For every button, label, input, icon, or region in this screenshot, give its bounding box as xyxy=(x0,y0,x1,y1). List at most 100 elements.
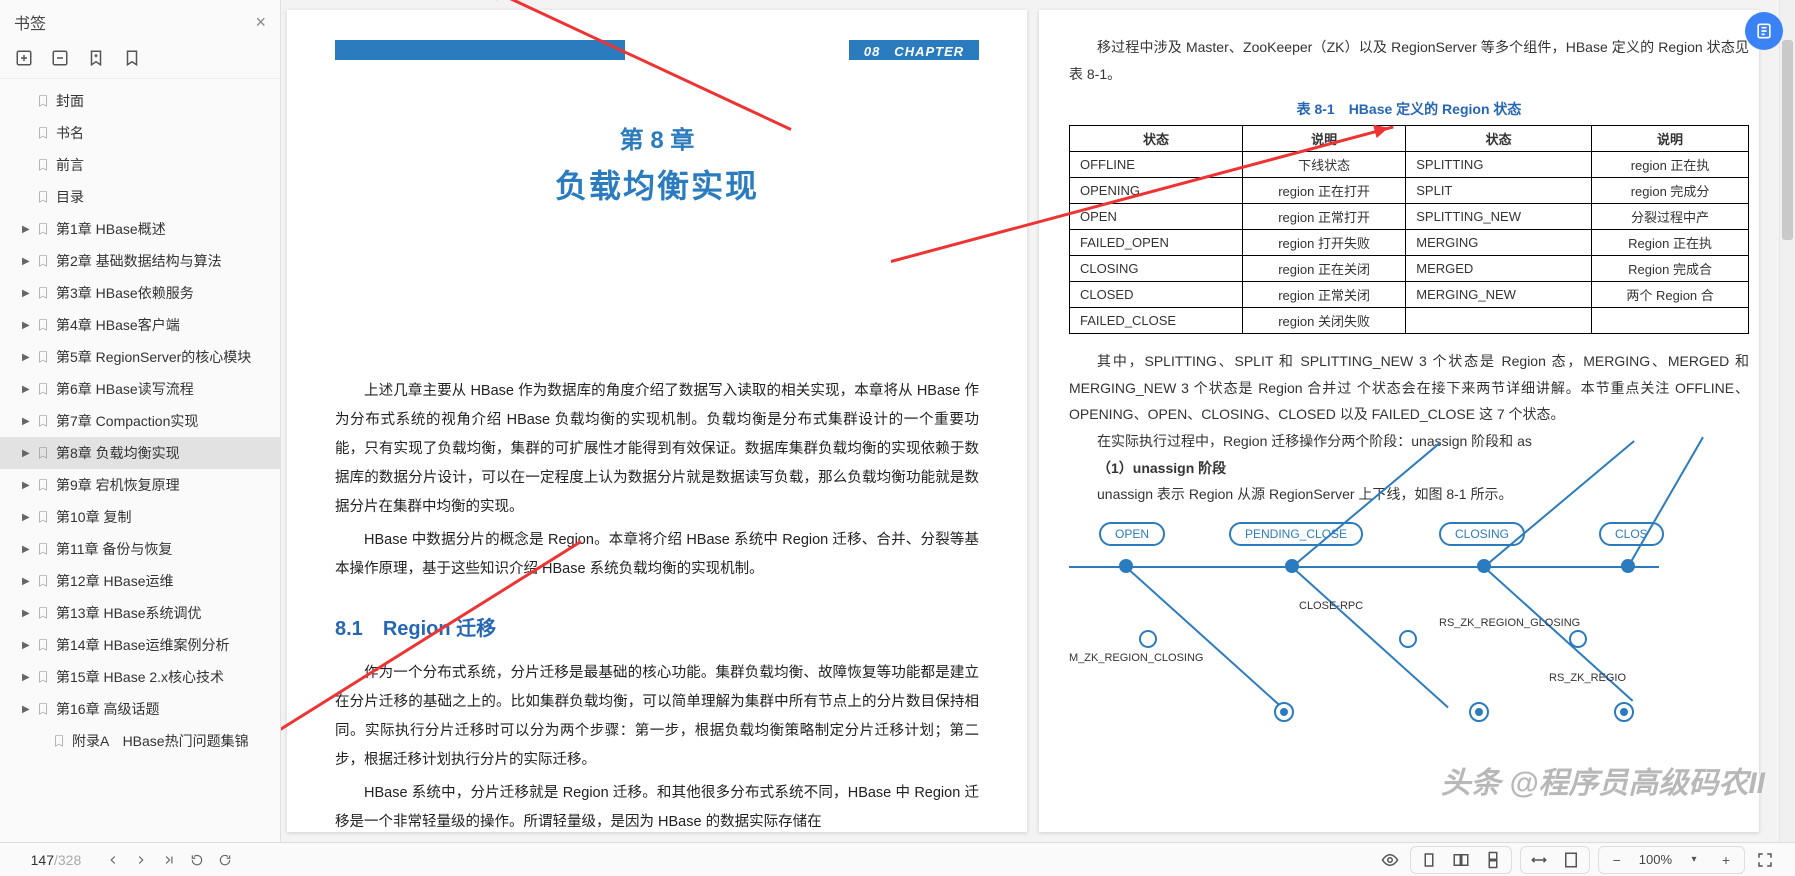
chapter-bar-left xyxy=(335,40,625,60)
prev-page-button[interactable] xyxy=(101,848,125,872)
bookmark-label: 第13章 HBase系统调优 xyxy=(56,603,201,623)
bookmark-icon xyxy=(36,606,50,620)
table-cell: MERGED xyxy=(1406,256,1592,282)
fit-page-icon[interactable] xyxy=(1558,847,1584,873)
bookmark-item[interactable]: ▶第14章 HBase运维案例分析 xyxy=(0,629,280,661)
bookmark-label: 封面 xyxy=(56,91,84,111)
body-text: 上述几章主要从 HBase 作为数据库的角度介绍了数据写入读取的相关实现，本章将… xyxy=(335,377,979,584)
paragraph: unassign 表示 Region 从源 RegionServer 上下线，如… xyxy=(1069,481,1749,508)
bookmark-item[interactable]: 目录 xyxy=(0,181,280,213)
table-cell: region 正在执 xyxy=(1592,152,1749,178)
bookmark-item[interactable]: ▶ 第13章 HBase系统调优 xyxy=(0,597,280,629)
table-cell: 分裂过程中产 xyxy=(1592,204,1749,230)
chevron-right-icon[interactable]: ▶ xyxy=(22,288,32,299)
table-cell: CLOSED xyxy=(1070,282,1243,308)
bookmark-item[interactable]: ▶ 第8章 负载均衡实现 xyxy=(0,437,280,469)
chevron-right-icon[interactable]: ▶ xyxy=(22,416,32,427)
bookmark-icon xyxy=(36,478,50,492)
bookmark-icon xyxy=(36,350,50,364)
diagram-label: RS_ZK_REGIO xyxy=(1549,672,1626,684)
zoom-out-button[interactable]: − xyxy=(1604,847,1630,873)
table-cell: SPLITTING_NEW xyxy=(1406,204,1592,230)
table-cell: Region 正在执 xyxy=(1592,230,1749,256)
paragraph: 上述几章主要从 HBase 作为数据库的角度介绍了数据写入读取的相关实现，本章将… xyxy=(335,377,979,522)
chevron-right-icon[interactable]: ▶ xyxy=(22,256,32,267)
fit-width-icon[interactable] xyxy=(1526,847,1552,873)
bookmark-label: 第8章 负载均衡实现 xyxy=(56,443,180,463)
single-page-icon[interactable] xyxy=(1416,847,1442,873)
bookmark-icon xyxy=(36,574,50,588)
chevron-right-icon[interactable]: ▶ xyxy=(22,640,32,651)
fullscreen-icon[interactable] xyxy=(1752,847,1778,873)
bookmark-add-icon[interactable] xyxy=(86,48,106,68)
chevron-right-icon[interactable]: ▶ xyxy=(22,320,32,331)
bookmark-item[interactable]: ▶第3章 HBase依赖服务 xyxy=(0,277,280,309)
bookmark-item[interactable]: ▶第5章 RegionServer的核心模块 xyxy=(0,341,280,373)
page-right: 移过程中涉及 Master、ZooKeeper（ZK）以及 RegionServ… xyxy=(1039,10,1759,832)
bookmark-item[interactable]: ▶ 第12章 HBase运维 xyxy=(0,565,280,597)
bookmark-label: 目录 xyxy=(56,187,84,207)
bookmark-item[interactable]: ▶ 第9章 宕机恢复原理 xyxy=(0,469,280,501)
bookmark-item[interactable]: 前言 xyxy=(0,149,280,181)
table-header: 说明 xyxy=(1592,126,1749,152)
rotate-right-button[interactable] xyxy=(213,848,237,872)
chevron-right-icon[interactable]: ▶ xyxy=(22,576,32,587)
bookmark-icon xyxy=(36,542,50,556)
bookmark-label: 第2章 基础数据结构与算法 xyxy=(56,251,222,271)
table-cell: region 正在打开 xyxy=(1242,178,1405,204)
bookmark-item[interactable]: ▶ 第7章 Compaction实现 xyxy=(0,405,280,437)
chevron-right-icon[interactable]: ▶ xyxy=(22,352,32,363)
chevron-right-icon[interactable]: ▶ xyxy=(22,608,32,619)
bookmark-icon xyxy=(36,638,50,652)
chevron-right-icon[interactable]: ▶ xyxy=(22,704,32,715)
chevron-right-icon[interactable]: ▶ xyxy=(22,544,32,555)
body-text: 其中，SPLITTING、SPLIT 和 SPLITTING_NEW 3 个状态… xyxy=(1069,348,1749,508)
two-page-icon[interactable] xyxy=(1448,847,1474,873)
bookmark-item[interactable]: 附录A HBase热门问题集锦 xyxy=(0,725,280,757)
rotate-left-button[interactable] xyxy=(185,848,209,872)
bookmark-item[interactable]: 书名 xyxy=(0,117,280,149)
bookmark-item[interactable]: ▶第4章 HBase客户端 xyxy=(0,309,280,341)
paragraph: HBase 系统中，分片迁移就是 Region 迁移。和其他很多分布式系统不同，… xyxy=(335,779,979,832)
table-cell: CLOSING xyxy=(1070,256,1243,282)
vertical-scrollbar[interactable] xyxy=(1779,0,1795,842)
bookmark-item[interactable]: ▶第16章 高级话题 xyxy=(0,693,280,725)
states-table: 状态说明状态说明OFFLINE下线状态SPLITTINGregion 正在执OP… xyxy=(1069,125,1749,334)
bookmark-icon xyxy=(36,414,50,428)
bookmark-item[interactable]: ▶第10章 复制 xyxy=(0,501,280,533)
chevron-right-icon[interactable]: ▶ xyxy=(22,512,32,523)
bookmark-icon xyxy=(36,254,50,268)
chevron-right-icon[interactable]: ▶ xyxy=(22,448,32,459)
eye-icon[interactable] xyxy=(1377,847,1403,873)
bookmark-item[interactable]: 封面 xyxy=(0,85,280,117)
next-page-button[interactable] xyxy=(129,848,153,872)
float-action-button[interactable] xyxy=(1745,12,1783,50)
continuous-icon[interactable] xyxy=(1480,847,1506,873)
expand-all-icon[interactable] xyxy=(14,48,34,68)
chevron-right-icon[interactable]: ▶ xyxy=(22,384,32,395)
page-number-input[interactable] xyxy=(14,852,54,868)
zoom-dropdown-icon[interactable]: ▾ xyxy=(1681,847,1707,873)
bookmark-label: 第9章 宕机恢复原理 xyxy=(56,475,180,495)
bookmark-label: 第7章 Compaction实现 xyxy=(56,411,198,431)
collapse-all-icon[interactable] xyxy=(50,48,70,68)
chevron-right-icon[interactable]: ▶ xyxy=(22,672,32,683)
bookmark-item[interactable]: ▶第6章 HBase读写流程 xyxy=(0,373,280,405)
zoom-in-button[interactable]: + xyxy=(1713,847,1739,873)
diagram-node: OPEN xyxy=(1099,522,1165,546)
bookmark-icon[interactable] xyxy=(122,48,142,68)
close-icon[interactable]: × xyxy=(255,12,266,33)
chevron-right-icon[interactable]: ▶ xyxy=(22,224,32,235)
bookmark-item[interactable]: ▶第1章 HBase概述 xyxy=(0,213,280,245)
bookmark-item[interactable]: ▶ 第11章 备份与恢复 xyxy=(0,533,280,565)
bookmark-label: 第11章 备份与恢复 xyxy=(56,539,172,559)
chapter-title: 负载均衡实现 xyxy=(335,161,979,207)
bookmark-item[interactable]: ▶ 第2章 基础数据结构与算法 xyxy=(0,245,280,277)
table-row: CLOSINGregion 正在关闭MERGEDRegion 完成合 xyxy=(1070,256,1749,282)
last-page-button[interactable] xyxy=(157,848,181,872)
bookmark-label: 第12章 HBase运维 xyxy=(56,571,173,591)
zoom-value: 100% xyxy=(1633,852,1678,867)
chevron-right-icon[interactable]: ▶ xyxy=(22,480,32,491)
chapter-number: 第 8 章 xyxy=(335,120,979,155)
bookmark-item[interactable]: ▶第15章 HBase 2.x核心技术 xyxy=(0,661,280,693)
